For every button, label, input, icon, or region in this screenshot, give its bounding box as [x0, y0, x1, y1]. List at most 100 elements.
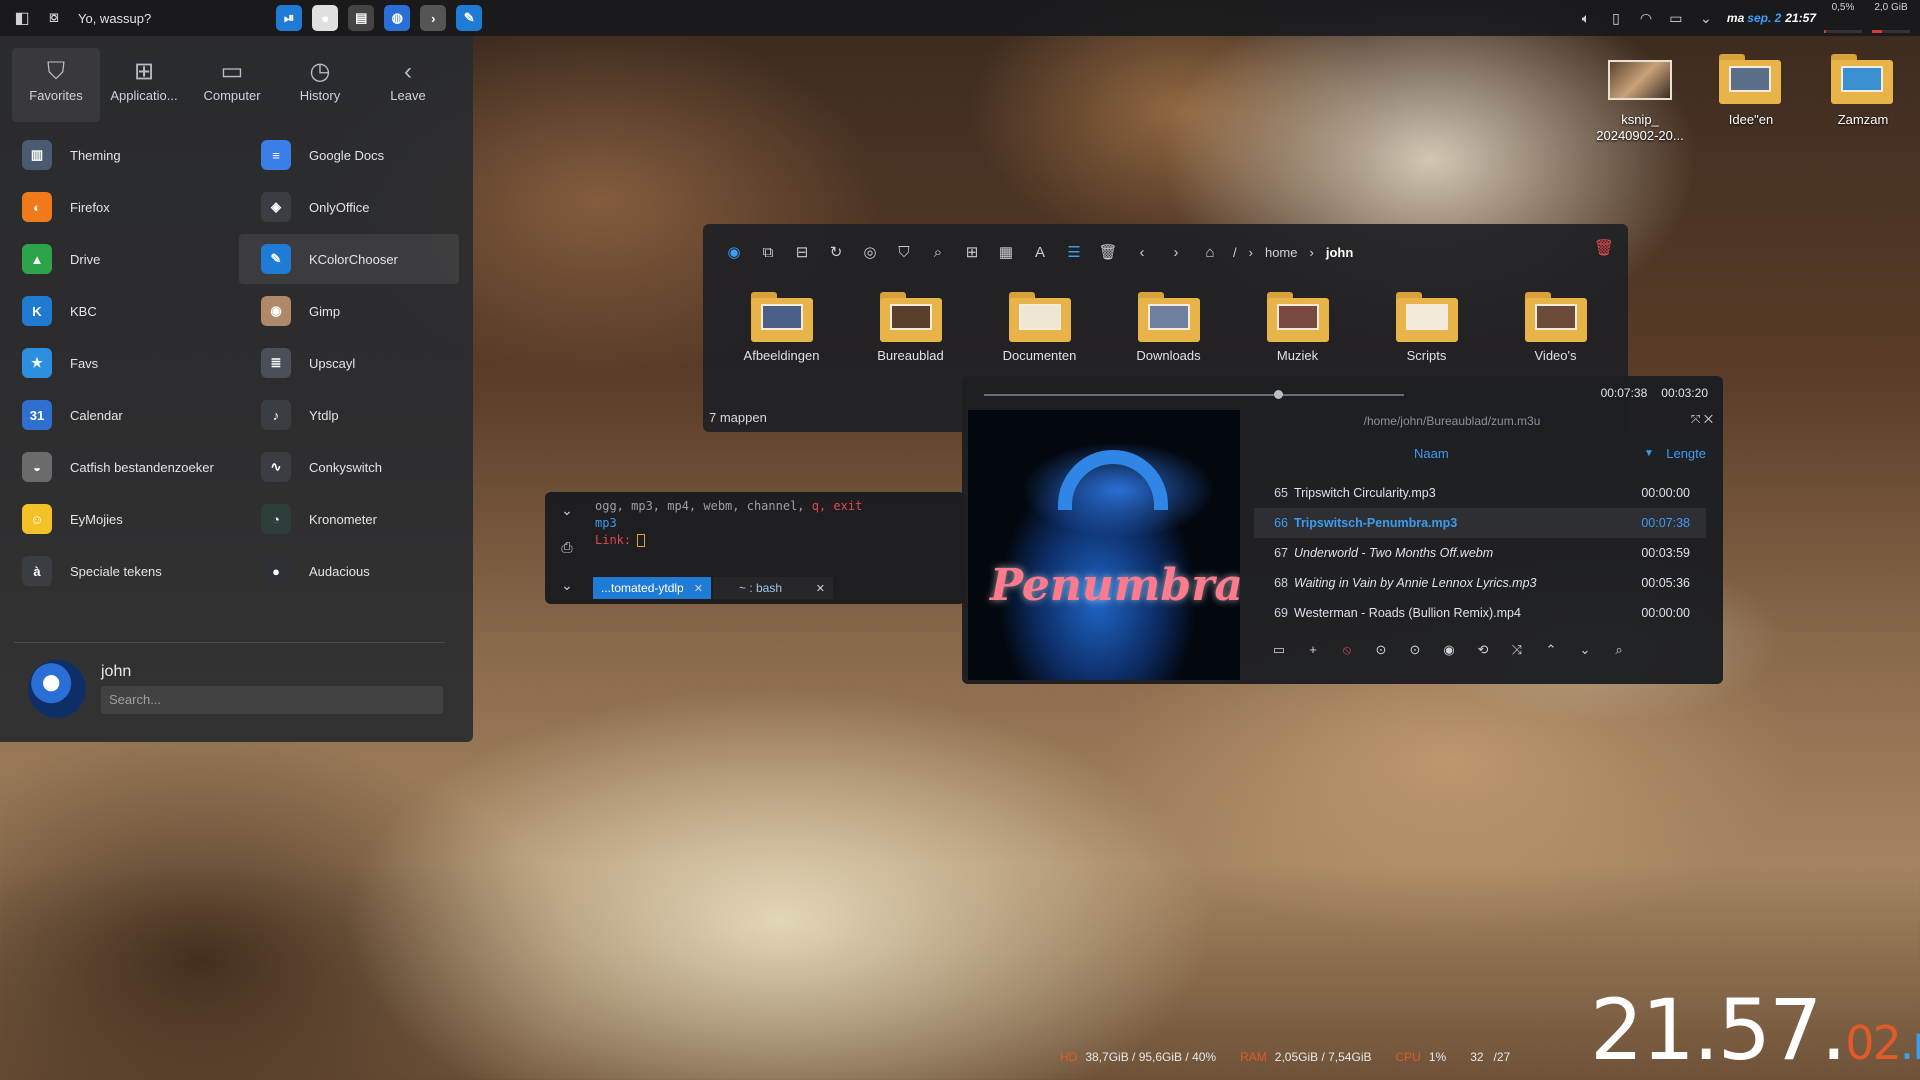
- app-kcolorchooser[interactable]: ✎ KColorChooser: [239, 234, 459, 284]
- back-icon[interactable]: ‹: [1125, 237, 1159, 267]
- expand-tray-chevron-icon[interactable]: ⌄: [1691, 10, 1721, 27]
- app-kbc[interactable]: K KBC: [0, 286, 220, 336]
- playlist-row[interactable]: 66 Tripswitsch-Penumbra.mp3 00:07:38: [1254, 508, 1706, 538]
- pause-icon[interactable]: ⊙: [1398, 642, 1432, 658]
- sort-arrow-icon[interactable]: ▼: [1644, 448, 1654, 459]
- task-item[interactable]: ⏯: [271, 0, 307, 36]
- app-calendar[interactable]: 31 Calendar: [0, 390, 220, 440]
- play-icon[interactable]: ⊙: [1364, 642, 1398, 658]
- panel-clock[interactable]: ma sep. 2 21:57: [1727, 11, 1816, 25]
- playlist-row[interactable]: 67 Underworld - Two Months Off.webm 00:03:…: [1254, 538, 1706, 568]
- task-item[interactable]: ▤: [343, 0, 379, 36]
- app-googledocs[interactable]: ≡ Google Docs: [239, 130, 459, 180]
- close-tab-icon[interactable]: ✕: [694, 582, 703, 595]
- desktop-icon-ksnip[interactable]: ksnip_ 20240902-20...: [1585, 52, 1695, 144]
- app-favs[interactable]: ★ Favs: [0, 338, 220, 388]
- rename-icon[interactable]: A: [1023, 237, 1057, 267]
- desktop-icon-zamzam[interactable]: Zamzam: [1808, 52, 1918, 128]
- folder-bureaublad[interactable]: Bureaublad: [846, 290, 975, 363]
- terminal-output[interactable]: ogg, mp3, mp4, webm, channel, q, exit mp…: [595, 498, 862, 549]
- app-conkyswitch[interactable]: ∿ Conkyswitch: [239, 442, 459, 492]
- split-view-icon[interactable]: ⧉: [751, 237, 785, 267]
- folder-downloads[interactable]: Downloads: [1104, 290, 1233, 363]
- task-item[interactable]: ›: [415, 0, 451, 36]
- app-eymojies[interactable]: ☺ EyMojies: [0, 494, 220, 544]
- breadcrumb-root[interactable]: /: [1233, 245, 1237, 260]
- home-icon[interactable]: ⌂: [1193, 237, 1227, 267]
- move-down-icon[interactable]: ⌄: [1568, 642, 1602, 658]
- playlist-row[interactable]: 69 Westerman - Roads (Bullion Remix).mp4 0…: [1254, 598, 1706, 628]
- show-hidden-icon[interactable]: ◎: [853, 237, 887, 267]
- seek-bar[interactable]: [984, 390, 1404, 399]
- compact-view-icon[interactable]: ▦: [989, 237, 1023, 267]
- repeat-icon[interactable]: ⟲: [1466, 642, 1500, 658]
- launcher-button-icon[interactable]: ◧: [6, 0, 38, 36]
- expand-icon[interactable]: ⤧: [1691, 412, 1701, 426]
- app-onlyoffice[interactable]: ◈ OnlyOffice: [239, 182, 459, 232]
- open-folder-icon[interactable]: ▭: [1262, 642, 1296, 658]
- panel-toggle-icon[interactable]: ⊟: [785, 237, 819, 267]
- tab-leave[interactable]: ‹ Leave: [364, 48, 452, 122]
- breadcrumb-john[interactable]: john: [1326, 245, 1353, 260]
- app-specialetekens[interactable]: à Speciale tekens: [0, 546, 220, 596]
- tab-favorites[interactable]: ⛉ Favorites: [12, 48, 100, 122]
- app-drive[interactable]: ▲ Drive: [0, 234, 220, 284]
- folder-videos[interactable]: Video's: [1491, 290, 1620, 363]
- phone-connect-icon[interactable]: ▯: [1601, 10, 1631, 27]
- column-length[interactable]: Lengte: [1666, 446, 1706, 461]
- search-icon[interactable]: ⌕: [1602, 642, 1636, 658]
- folder-documenten[interactable]: Documenten: [975, 290, 1104, 363]
- terminal-tab-bash[interactable]: ~ : bash ✕: [713, 577, 833, 599]
- task-item[interactable]: ✎: [451, 0, 487, 36]
- forward-icon[interactable]: ›: [1159, 237, 1193, 267]
- chevron-down-icon[interactable]: ⌄: [561, 577, 573, 594]
- app-firefox[interactable]: ◐ Firefox: [0, 182, 220, 232]
- app-theming[interactable]: ▥ Theming: [0, 130, 220, 180]
- folder-muziek[interactable]: Muziek: [1233, 290, 1362, 363]
- seek-handle[interactable]: [1274, 390, 1283, 399]
- user-avatar[interactable]: [28, 660, 86, 718]
- terminal-tab-ytdlp[interactable]: ...tomated-ytdlp ✕: [593, 577, 711, 599]
- memory-monitor[interactable]: 2,0 GiB: [1870, 0, 1912, 36]
- search-icon[interactable]: ⌕: [921, 237, 955, 267]
- cpu-monitor[interactable]: 0,5%: [1822, 0, 1864, 36]
- folder-scripts[interactable]: Scripts: [1362, 290, 1491, 363]
- shuffle-icon[interactable]: ⤨: [1500, 642, 1534, 658]
- app-gimp[interactable]: ◉ Gimp: [239, 286, 459, 336]
- desktop-icon-ideeen[interactable]: Idee"en: [1696, 52, 1806, 128]
- add-icon[interactable]: +: [1296, 642, 1330, 658]
- tab-applicatio[interactable]: ⊞ Applicatio...: [100, 48, 188, 122]
- close-icon[interactable]: ✕: [1704, 412, 1713, 426]
- app-upscayl[interactable]: ≣ Upscayl: [239, 338, 459, 388]
- stop-icon[interactable]: ⦸: [1330, 642, 1364, 658]
- battery-icon[interactable]: ▭: [1661, 10, 1691, 27]
- tab-history[interactable]: ◷ History: [276, 48, 364, 122]
- app-ytdlp[interactable]: ♪ Ytdlp: [239, 390, 459, 440]
- app-kronometer[interactable]: ◔ Kronometer: [239, 494, 459, 544]
- tab-computer[interactable]: ▭ Computer: [188, 48, 276, 122]
- launcher-search-input[interactable]: Search...: [101, 686, 443, 714]
- delete-icon[interactable]: 🗑︎: [1091, 237, 1125, 267]
- folder-afbeeldingen[interactable]: Afbeeldingen: [717, 290, 846, 363]
- details-view-icon[interactable]: ☰: [1057, 237, 1091, 267]
- network-icon[interactable]: ◠: [1631, 10, 1661, 27]
- column-name[interactable]: Naam: [1414, 446, 1449, 461]
- bookmark-icon[interactable]: ⛉: [887, 237, 921, 267]
- chevron-down-icon[interactable]: ⌄: [561, 502, 573, 519]
- app-catfishbestandenzoeker[interactable]: ◒ Catfish bestandenzoeker: [0, 442, 220, 492]
- trash-icon[interactable]: 🗑︎: [1594, 238, 1614, 258]
- task-item[interactable]: ◍: [379, 0, 415, 36]
- task-item[interactable]: ●: [307, 0, 343, 36]
- record-icon[interactable]: ◉: [1432, 642, 1466, 658]
- playlist-row[interactable]: 68 Waiting in Vain by Annie Lennox Lyrics…: [1254, 568, 1706, 598]
- app-menu-icon[interactable]: ◉: [717, 237, 751, 267]
- move-up-icon[interactable]: ⌃: [1534, 642, 1568, 658]
- refresh-icon[interactable]: ↻: [819, 237, 853, 267]
- app-audacious[interactable]: ● Audacious: [239, 546, 459, 596]
- breadcrumb-home[interactable]: home: [1265, 245, 1298, 260]
- close-tab-icon[interactable]: ✕: [816, 582, 825, 595]
- printer-icon[interactable]: ⎙: [561, 539, 572, 556]
- screenshot-button-icon[interactable]: ⧇: [38, 0, 70, 36]
- icon-view-icon[interactable]: ⊞: [955, 237, 989, 267]
- playlist-row[interactable]: 65 Tripswitch Circularity.mp3 00:00:00: [1254, 478, 1706, 508]
